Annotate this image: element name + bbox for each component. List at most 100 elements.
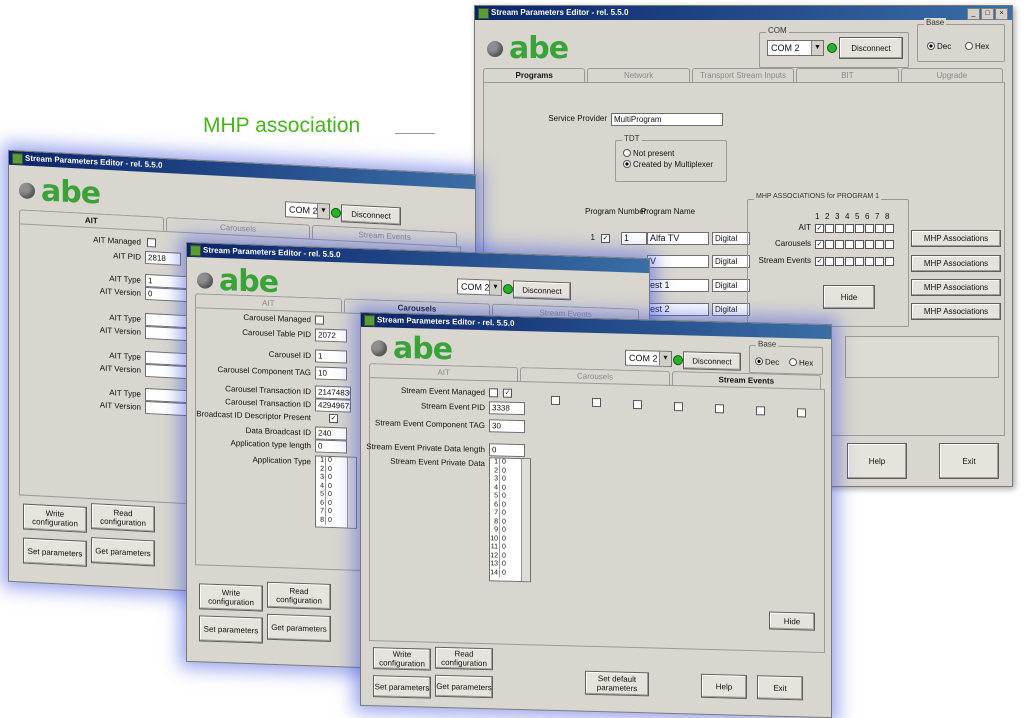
ait-managed-checkbox[interactable] [147, 238, 156, 248]
mhp-checkbox[interactable] [835, 257, 844, 266]
com-select[interactable]: COM 2 ▼ [625, 349, 672, 367]
mhp-associations-button[interactable]: MHP Associations [911, 230, 1001, 247]
program-type-select[interactable]: Digital [712, 303, 750, 316]
carousel-component-tag-field[interactable]: 10 [315, 366, 347, 381]
get-parameters-button[interactable]: Get parameters [435, 674, 493, 699]
mhp-checkbox[interactable] [885, 224, 894, 233]
close-icon[interactable]: × [995, 8, 1008, 20]
ait-version-field[interactable]: 0 [145, 286, 189, 303]
carousel-transaction-id-field[interactable]: 2147483648 [315, 385, 351, 400]
broadcast-id-descriptor-checkbox[interactable]: ✓ [329, 413, 338, 424]
ait-pid-field[interactable]: 2818 [145, 250, 181, 266]
mhp-checkbox[interactable] [875, 224, 884, 233]
mhp-checkbox[interactable] [845, 224, 854, 233]
tdt-created-radio[interactable]: Created by Multiplexer [623, 160, 713, 169]
program-name-field[interactable]: est 2 [647, 303, 709, 316]
scrollbar[interactable] [521, 459, 530, 582]
application-type-list[interactable]: 1020304050607080 [315, 455, 357, 529]
stream-event-private-data-length-field[interactable]: 0 [489, 443, 525, 458]
tab-transport-stream-inputs[interactable]: Transport Stream Inputs [691, 68, 795, 82]
mhp-associations-button[interactable]: MHP Associations [911, 255, 1001, 272]
program-name-field[interactable]: Alfa TV [647, 232, 709, 245]
stream-event-checkbox[interactable] [633, 399, 642, 410]
disconnect-button[interactable]: Disconnect [341, 204, 401, 226]
base-hex-radio[interactable]: Hex [789, 358, 813, 368]
read-configuration-button[interactable]: Read configuration [91, 503, 155, 533]
write-configuration-button[interactable]: Write configuration [23, 503, 87, 533]
stream-event-managed-checkbox[interactable] [489, 388, 498, 398]
stream-event-pid-field[interactable]: 3338 [489, 401, 525, 416]
service-provider-field[interactable]: MultiProgram [611, 113, 723, 126]
mhp-checkbox[interactable] [855, 224, 864, 233]
tab-bit[interactable]: BIT [796, 68, 899, 82]
stream-event-checkbox[interactable] [551, 395, 560, 406]
stream-event-component-tag-field[interactable]: 30 [489, 419, 525, 434]
mhp-checkbox[interactable] [835, 224, 844, 233]
mhp-checkbox[interactable] [835, 240, 844, 249]
tdt-not-present-radio[interactable]: Not present [623, 149, 674, 158]
ait-version-field[interactable] [145, 325, 189, 342]
set-default-parameters-button[interactable]: Set default parameters [585, 670, 649, 697]
write-configuration-button[interactable]: Write configuration [199, 583, 263, 612]
stream-event-checkbox[interactable]: ✓ [503, 388, 512, 398]
write-configuration-button[interactable]: Write configuration [373, 647, 431, 671]
carousel-id-field[interactable]: 1 [315, 349, 347, 364]
mhp-checkbox[interactable] [885, 240, 894, 249]
stream-event-checkbox[interactable] [674, 402, 683, 412]
program-name-field[interactable]: est 1 [647, 279, 709, 292]
program-name-field[interactable]: V [647, 255, 709, 268]
maximize-icon[interactable]: □ [981, 8, 994, 20]
mhp-associations-button[interactable]: MHP Associations [911, 279, 1001, 296]
mhp-checkbox[interactable] [825, 240, 834, 249]
mhp-checkbox[interactable] [875, 257, 884, 266]
scrollbar[interactable] [347, 457, 356, 528]
hide-button[interactable]: Hide [769, 611, 815, 631]
read-configuration-button[interactable]: Read configuration [267, 581, 331, 610]
tab-programs[interactable]: Programs [483, 68, 586, 82]
private-data-list[interactable]: 1 0 2 0 3 0 4 0 5 0 6 0 7 0 8 0 9 0 10 0 11 0 12 0 13 0 14 0 [489, 457, 531, 583]
hide-button[interactable]: Hide [823, 285, 875, 309]
disconnect-button[interactable]: Disconnect [839, 37, 903, 59]
exit-button[interactable]: Exit [757, 675, 803, 701]
disconnect-button[interactable]: Disconnect [683, 351, 741, 371]
help-button[interactable]: Help [701, 673, 747, 699]
set-parameters-button[interactable]: Set parameters [23, 537, 87, 567]
set-parameters-button[interactable]: Set parameters [373, 675, 431, 699]
ait-version-field[interactable] [145, 400, 189, 417]
get-parameters-button[interactable]: Get parameters [91, 537, 155, 567]
disconnect-button[interactable]: Disconnect [513, 280, 571, 301]
application-type-length-field[interactable]: 0 [315, 439, 347, 454]
mhp-associations-button[interactable]: MHP Associations [911, 303, 1001, 320]
tab-network[interactable]: Network [587, 68, 690, 82]
base-dec-radio[interactable]: Dec [927, 42, 951, 51]
set-parameters-button[interactable]: Set parameters [199, 615, 263, 644]
program-type-select[interactable]: Digital [712, 255, 750, 268]
mhp-checkbox[interactable]: ✓ [815, 224, 824, 233]
stream-event-checkbox[interactable] [715, 404, 724, 414]
carousel-transaction-id-field[interactable]: 4294967295 [315, 398, 351, 413]
get-parameters-button[interactable]: Get parameters [267, 613, 331, 642]
com-select[interactable]: COM 2 ▼ [285, 201, 330, 220]
stream-event-checkbox[interactable] [592, 397, 601, 408]
base-hex-radio[interactable]: Hex [965, 42, 989, 51]
mhp-checkbox[interactable]: ✓ [815, 240, 824, 249]
mhp-checkbox[interactable] [865, 257, 874, 266]
stream-event-checkbox[interactable] [756, 406, 765, 416]
row-enable-checkbox[interactable]: ✓ [601, 234, 610, 243]
mhp-checkbox[interactable] [855, 257, 864, 266]
minimize-icon[interactable]: _ [967, 8, 980, 20]
mhp-checkbox[interactable] [845, 240, 854, 249]
program-number-field[interactable]: 1 [621, 232, 647, 245]
mhp-checkbox[interactable] [845, 257, 854, 266]
com-select[interactable]: COM 2 ▼ [767, 40, 824, 56]
mhp-checkbox[interactable] [825, 257, 834, 266]
com-select[interactable]: COM 2 ▼ [457, 278, 502, 296]
carousel-managed-checkbox[interactable] [315, 315, 324, 325]
mhp-checkbox[interactable] [865, 224, 874, 233]
read-configuration-button[interactable]: Read configuration [435, 646, 493, 671]
data-broadcast-id-field[interactable]: 240 [315, 426, 347, 441]
exit-button[interactable]: Exit [939, 443, 999, 479]
mhp-checkbox[interactable]: ✓ [815, 257, 824, 266]
program-type-select[interactable]: Digital [712, 279, 750, 292]
stream-event-checkbox[interactable] [797, 408, 806, 418]
